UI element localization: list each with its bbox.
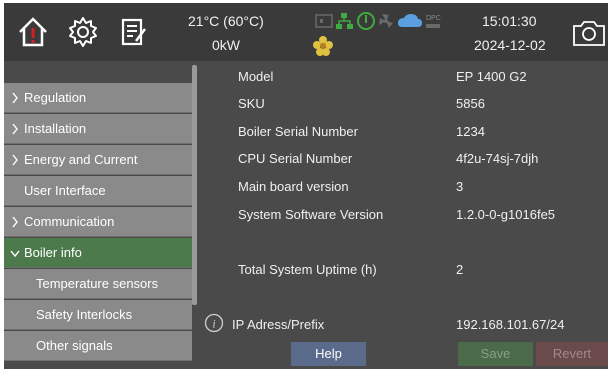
sidebar-item-label: Communication: [24, 214, 115, 229]
chevron-down-icon: [10, 250, 20, 258]
sidebar-item-label: Temperature sensors: [36, 276, 159, 291]
sidebar-item-label: Regulation: [24, 90, 87, 105]
sidebar-menu: Regulation Installation Energy and Curre…: [4, 61, 198, 369]
info-label: IP Adress/Prefix: [232, 317, 325, 332]
clock-time: 15:01:30: [482, 13, 537, 29]
sidebar-item-label: Boiler info: [24, 245, 82, 260]
header-bar: 21°C (60°C) 0kW DPC 15:01:30 2024-12-02: [4, 3, 608, 61]
revert-button[interactable]: Revert: [536, 342, 608, 366]
notes-icon[interactable]: [116, 15, 150, 49]
fan-icon: [379, 14, 393, 28]
sidebar-item-regulation[interactable]: Regulation: [4, 83, 192, 113]
sidebar-item-communication[interactable]: Communication: [4, 207, 192, 237]
info-value: 1.2.0-0-g1016fe5: [456, 207, 556, 222]
info-row-boiler-serial: Boiler Serial Number 1234: [198, 120, 608, 144]
sidebar-item-user-interface[interactable]: User Interface: [4, 176, 192, 206]
gear-icon[interactable]: [66, 15, 100, 49]
info-label: Model: [238, 69, 274, 84]
sidebar-item-label: Other signals: [36, 338, 113, 353]
plug-icon: [315, 14, 333, 28]
info-row-software-version: System Software Version 1.2.0-0-g1016fe5: [198, 203, 608, 227]
power-readout: 0kW: [212, 37, 240, 53]
sidebar-item-other-signals[interactable]: Other signals: [4, 331, 192, 361]
info-row-sku: SKU 5856: [198, 92, 608, 116]
power-status-icon: [357, 12, 375, 30]
sidebar-item-label: Safety Interlocks: [36, 307, 133, 322]
flower-icon: [313, 36, 333, 56]
info-row-cpu-serial: CPU Serial Number 4f2u-74sj-7djh: [198, 147, 608, 171]
info-label: SKU: [238, 96, 265, 111]
svg-text:i: i: [212, 317, 215, 331]
info-row-ip-address: i IP Adress/Prefix 192.168.101.67/24: [198, 313, 608, 337]
sidebar-item-installation[interactable]: Installation: [4, 114, 192, 144]
temperature-readout: 21°C (60°C): [188, 13, 264, 29]
status-icons: DPC: [315, 12, 441, 30]
cloud-icon: [398, 14, 422, 27]
home-alarm-icon[interactable]: [16, 15, 50, 49]
sidebar-item-label: User Interface: [24, 183, 106, 198]
info-value: EP 1400 G2: [456, 69, 527, 84]
info-value: 2: [456, 262, 464, 277]
chevron-right-icon: [12, 154, 18, 166]
sidebar-scrollbar[interactable]: [192, 65, 197, 305]
chevron-right-icon: [12, 123, 18, 135]
network-icon: [336, 13, 353, 29]
info-label: Total System Uptime (h): [238, 262, 377, 277]
dpc-label: DPC: [426, 15, 441, 22]
info-value: 192.168.101.67/24: [456, 317, 565, 332]
info-row-model: Model EP 1400 G2: [198, 65, 608, 89]
info-row-uptime: Total System Uptime (h) 2: [198, 258, 608, 282]
sidebar-item-temperature-sensors[interactable]: Temperature sensors: [4, 269, 192, 299]
sidebar-item-label: Installation: [24, 121, 87, 136]
clock-date: 2024-12-02: [474, 37, 546, 53]
info-row-main-board: Main board version 3: [198, 175, 608, 199]
info-label: Main board version: [238, 179, 349, 194]
info-label: CPU Serial Number: [238, 151, 353, 166]
sidebar-item-boiler-info[interactable]: Boiler info: [4, 238, 192, 268]
chevron-right-icon: [12, 92, 18, 104]
sidebar-top-spacer: [4, 61, 192, 81]
info-value: 5856: [456, 96, 485, 111]
sidebar-item-energy-and-current[interactable]: Energy and Current: [4, 145, 192, 175]
chevron-right-icon: [12, 216, 18, 228]
info-label: System Software Version: [238, 207, 384, 222]
sidebar-item-safety-interlocks[interactable]: Safety Interlocks: [4, 300, 192, 330]
info-icon[interactable]: i: [204, 313, 224, 333]
info-value: 1234: [456, 124, 485, 139]
boiler-info-panel: Model EP 1400 G2 SKU 5856 Boiler Serial …: [198, 61, 608, 369]
screen: 21°C (60°C) 0kW DPC 15:01:30 2024-12-02 …: [4, 3, 608, 369]
save-button[interactable]: Save: [458, 342, 533, 366]
help-button[interactable]: Help: [291, 342, 366, 366]
camera-icon[interactable]: [572, 19, 606, 47]
info-label: Boiler Serial Number: [238, 124, 358, 139]
info-value: 3: [456, 179, 464, 194]
info-value: 4f2u-74sj-7djh: [456, 151, 539, 166]
sidebar-item-label: Energy and Current: [24, 152, 138, 167]
